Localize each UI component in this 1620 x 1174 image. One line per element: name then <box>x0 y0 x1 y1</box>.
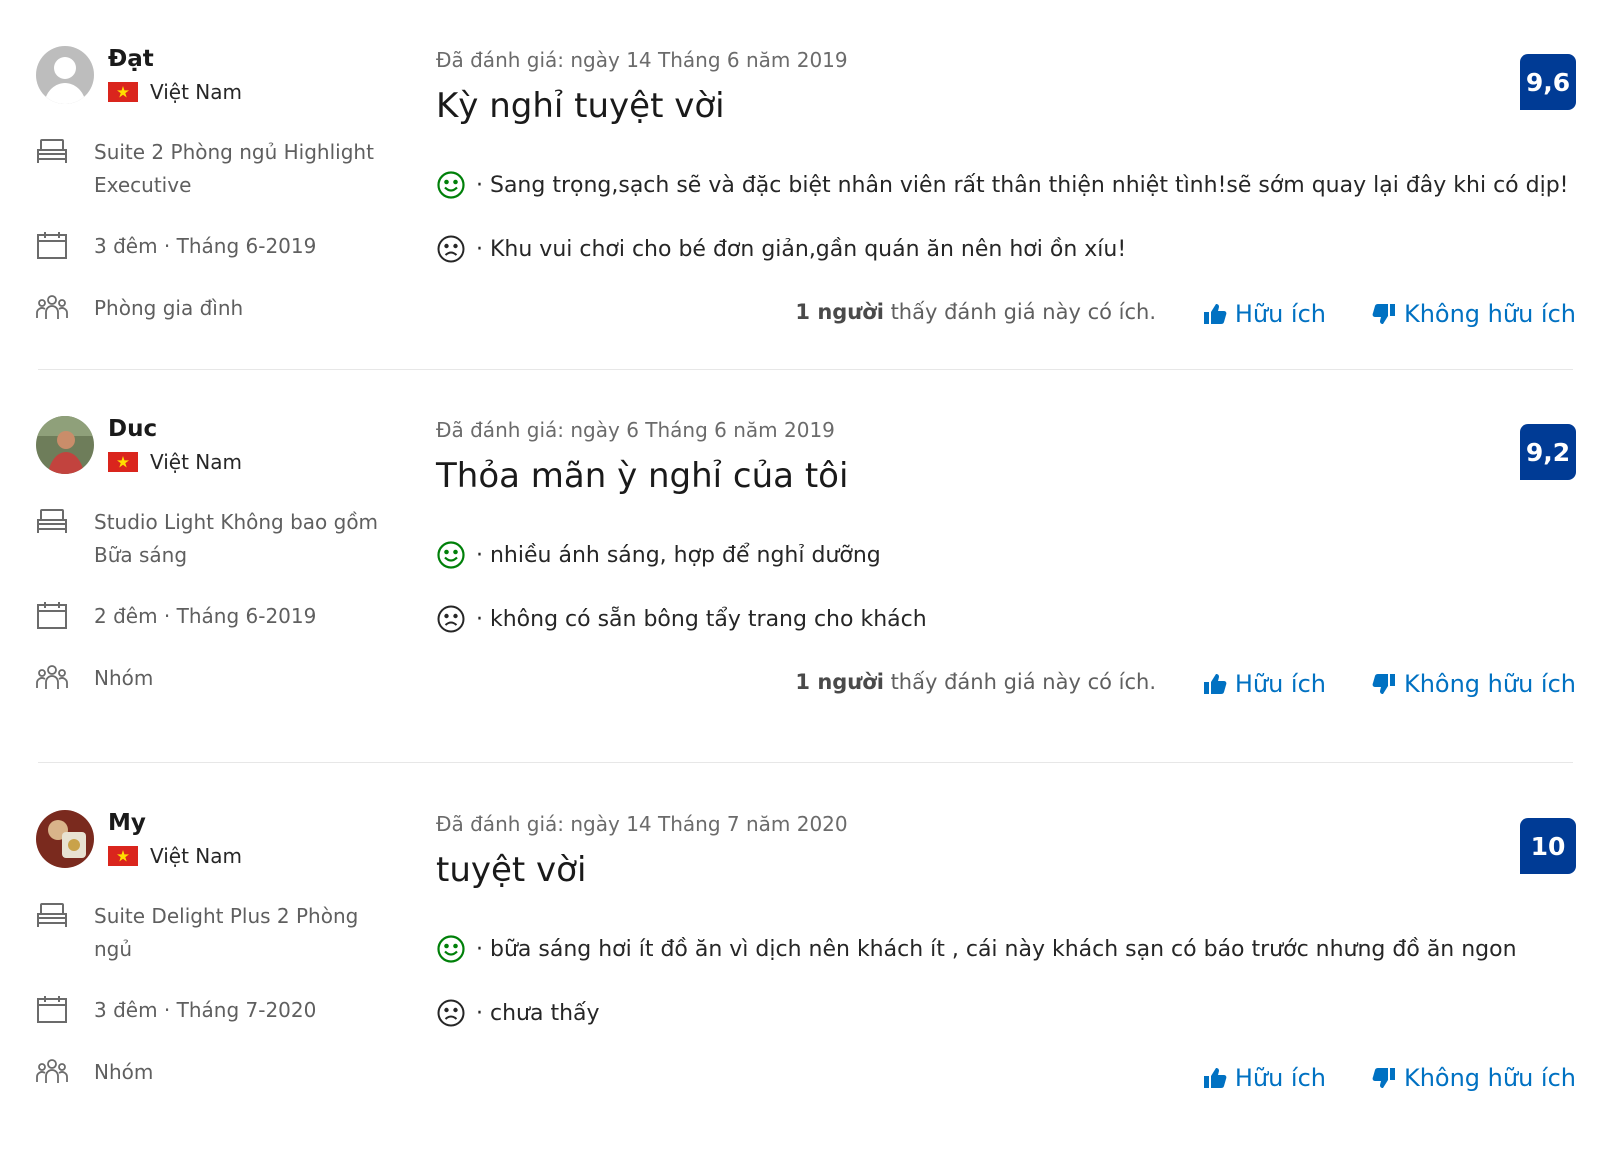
thumbs-up-icon <box>1203 1068 1227 1088</box>
room-type: Suite Delight Plus 2 Phòng ngủ <box>36 900 384 966</box>
group-icon <box>36 295 68 319</box>
country-label: Việt Nam <box>150 450 243 474</box>
stay-info: 3 đêm · Tháng 6-2019 <box>36 230 384 263</box>
traveler-type: Phòng gia đình <box>36 292 384 325</box>
reviewer-country: Việt Nam <box>108 844 242 868</box>
positive-comment: · nhiều ánh sáng, hợp để nghỉ dưỡng <box>436 540 881 570</box>
stay-info: 2 đêm · Tháng 6-2019 <box>36 600 384 633</box>
vietnam-flag-icon <box>108 846 138 866</box>
not-helpful-button[interactable]: Không hữu ích <box>1372 1064 1576 1092</box>
thumbs-down-icon <box>1372 674 1395 694</box>
smile-icon <box>437 935 465 963</box>
helpful-button[interactable]: Hữu ích <box>1203 670 1326 698</box>
review-card: Đạt Việt Nam Suite 2 Phòng ngủ Highlight… <box>36 40 1576 410</box>
calendar-icon <box>37 232 67 259</box>
avatar <box>36 810 94 868</box>
vietnam-flag-icon <box>108 452 138 472</box>
helpful-count-text: 1 người thấy đánh giá này có ích. <box>795 670 1156 694</box>
negative-comment: · chưa thấy <box>436 998 600 1028</box>
reviewer-name: My <box>108 810 146 836</box>
review-title: Kỳ nghỉ tuyệt vời <box>436 86 725 126</box>
room-type: Studio Light Không bao gồm Bữa sáng <box>36 506 384 572</box>
thumbs-up-icon <box>1203 304 1227 324</box>
not-helpful-button[interactable]: Không hữu ích <box>1372 300 1576 328</box>
review-date: Đã đánh giá: ngày 14 Tháng 7 năm 2020 <box>436 812 848 836</box>
group-icon <box>36 1059 68 1083</box>
reviewer-name: Duc <box>108 416 158 442</box>
vietnam-flag-icon <box>108 82 138 102</box>
thumbs-up-icon <box>1203 674 1227 694</box>
review-title: Thỏa mãn ỳ nghỉ của tôi <box>436 456 849 496</box>
smile-icon <box>437 171 465 199</box>
country-label: Việt Nam <box>150 844 243 868</box>
room-type: Suite 2 Phòng ngủ Highlight Executive <box>36 136 384 202</box>
avatar <box>36 416 94 474</box>
reviewer-country: Việt Nam <box>108 80 242 104</box>
smile-icon <box>437 541 465 569</box>
review-card: My Việt Nam Suite Delight Plus 2 Phòng n… <box>36 804 1576 1174</box>
negative-comment: · không có sẵn bông tẩy trang cho khách <box>436 604 927 634</box>
score-badge: 9,6 <box>1520 54 1576 110</box>
not-helpful-button[interactable]: Không hữu ích <box>1372 670 1576 698</box>
country-label: Việt Nam <box>150 80 243 104</box>
frown-icon <box>437 235 465 263</box>
bed-icon <box>37 903 67 927</box>
positive-comment: · Sang trọng,sạch sẽ và đặc biệt nhân vi… <box>436 170 1568 200</box>
frown-icon <box>437 605 465 633</box>
score-badge: 10 <box>1520 818 1576 874</box>
thumbs-down-icon <box>1372 304 1395 324</box>
reviewer-country: Việt Nam <box>108 450 242 474</box>
group-icon <box>36 665 68 689</box>
helpful-button[interactable]: Hữu ích <box>1203 1064 1326 1092</box>
avatar <box>36 46 94 104</box>
reviewer-name: Đạt <box>108 46 154 72</box>
stay-info: 3 đêm · Tháng 7-2020 <box>36 994 384 1027</box>
review-date: Đã đánh giá: ngày 14 Tháng 6 năm 2019 <box>436 48 848 72</box>
review-card: Duc Việt Nam Studio Light Không bao gồm … <box>36 410 1576 780</box>
positive-comment: · bữa sáng hơi ít đồ ăn vì dịch nên khác… <box>436 934 1517 964</box>
calendar-icon <box>37 996 67 1023</box>
score-badge: 9,2 <box>1520 424 1576 480</box>
review-title: tuyệt vời <box>436 850 587 890</box>
helpful-count-text: 1 người thấy đánh giá này có ích. <box>795 300 1156 324</box>
helpful-button[interactable]: Hữu ích <box>1203 300 1326 328</box>
thumbs-down-icon <box>1372 1068 1395 1088</box>
traveler-type: Nhóm <box>36 662 384 695</box>
divider <box>38 369 1573 370</box>
bed-icon <box>37 509 67 533</box>
calendar-icon <box>37 602 67 629</box>
traveler-type: Nhóm <box>36 1056 384 1089</box>
negative-comment: · Khu vui chơi cho bé đơn giản,gần quán … <box>436 234 1126 264</box>
frown-icon <box>437 999 465 1027</box>
review-date: Đã đánh giá: ngày 6 Tháng 6 năm 2019 <box>436 418 835 442</box>
divider <box>38 762 1573 763</box>
bed-icon <box>37 139 67 163</box>
